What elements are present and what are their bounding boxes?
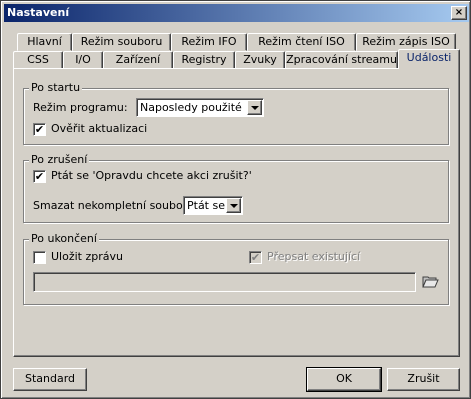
tab-io[interactable]: I/O xyxy=(63,51,103,69)
close-button[interactable]: × xyxy=(451,6,467,20)
chevron-down-icon xyxy=(247,100,262,115)
group-after-finish-title: Po ukončení xyxy=(29,232,99,246)
window-title: Nastavení xyxy=(7,6,70,19)
save-report-checkbox[interactable] xyxy=(33,251,46,264)
check-updates-label: Ověřit aktualizaci xyxy=(51,122,148,135)
tab-zpracovani-streamu[interactable]: Zpracování streamu xyxy=(285,51,398,69)
ask-confirm-cancel-label: Ptát se 'Opravdu chcete akci zrušit?' xyxy=(51,169,252,182)
tab-udalosti[interactable]: Události xyxy=(398,49,460,69)
tab-zvuky[interactable]: Zvuky xyxy=(235,51,285,69)
cancel-button[interactable]: Zrušit xyxy=(387,368,460,391)
ask-confirm-cancel-checkbox[interactable]: ✔ xyxy=(33,170,46,183)
overwrite-existing-checkbox[interactable]: ✔ xyxy=(249,251,262,264)
tab-zarizeni[interactable]: Zařízení xyxy=(103,51,173,69)
group-after-finish: Po ukončení Uložit zprávu ✔ Přepsat exis… xyxy=(23,232,449,305)
group-after-start-title: Po startu xyxy=(29,81,83,95)
delete-incomplete-value: Ptát se xyxy=(187,199,225,212)
settings-dialog: Nastavení × Hlavní Režim souboru Režim I… xyxy=(0,0,471,399)
program-mode-value: Naposledy použité xyxy=(140,101,242,114)
overwrite-existing-label: Přepsat existující xyxy=(267,250,361,263)
program-mode-label: Režim programu: xyxy=(33,101,128,114)
tab-rezim-ifo[interactable]: Režim IFO xyxy=(171,33,247,51)
standard-button[interactable]: Standard xyxy=(13,368,87,391)
tab-panel-udalosti: Po startu Režim programu: Naposledy použ… xyxy=(13,68,460,357)
folder-open-icon[interactable] xyxy=(422,275,439,289)
ok-button[interactable]: OK xyxy=(306,367,382,392)
group-after-cancel: Po zrušení ✔ Ptát se 'Opravdu chcete akc… xyxy=(23,153,449,223)
save-report-label: Uložit zprávu xyxy=(51,250,123,263)
delete-incomplete-label: Smazat nekompletní soubory: xyxy=(33,199,197,212)
group-after-start: Po startu Režim programu: Naposledy použ… xyxy=(23,81,449,145)
tab-css[interactable]: CSS xyxy=(13,51,63,69)
delete-incomplete-select[interactable]: Ptát se xyxy=(183,196,243,215)
group-after-cancel-title: Po zrušení xyxy=(29,153,90,167)
title-bar: Nastavení × xyxy=(4,4,469,22)
tab-registry[interactable]: Registry xyxy=(173,51,235,69)
tab-rezim-cteni-iso[interactable]: Režim čtení ISO xyxy=(247,33,356,51)
tab-rezim-souboru[interactable]: Režim souboru xyxy=(72,33,171,51)
program-mode-select[interactable]: Naposledy použité xyxy=(136,98,264,117)
chevron-down-icon xyxy=(226,198,241,213)
close-icon: × xyxy=(454,7,464,18)
report-path-field[interactable] xyxy=(33,272,416,292)
check-updates-checkbox[interactable]: ✔ xyxy=(33,123,46,136)
tab-hlavni[interactable]: Hlavní xyxy=(17,33,72,51)
